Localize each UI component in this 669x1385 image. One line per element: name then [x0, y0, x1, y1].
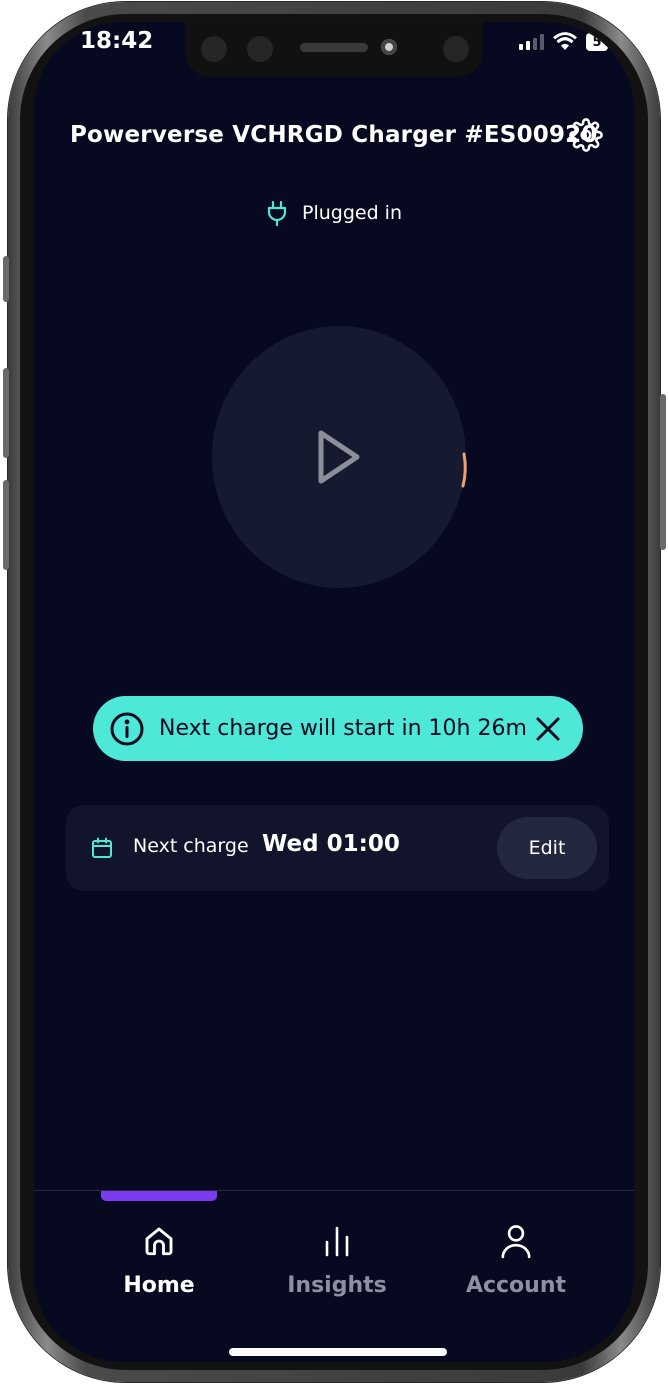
front-camera [381, 39, 397, 55]
close-icon [536, 717, 560, 741]
active-tab-indicator [101, 1191, 217, 1201]
next-charge-card: Next charge Wed 01:00 Edit [66, 805, 609, 891]
plug-status: Plugged in [34, 200, 634, 226]
home-icon [141, 1221, 177, 1261]
bar-chart-icon [322, 1221, 352, 1261]
gear-icon [569, 118, 603, 152]
edit-schedule-button[interactable]: Edit [497, 817, 597, 879]
settings-button[interactable] [567, 116, 605, 154]
sensor-dot [201, 36, 227, 62]
plug-status-label: Plugged in [301, 202, 402, 224]
calendar-icon [90, 836, 114, 860]
tab-insights[interactable]: Insights [262, 1221, 412, 1307]
page-title: Powerverse VCHRGD Charger #ES00920 [70, 122, 598, 148]
battery-icon: 5 [586, 33, 608, 51]
tab-account-label: Account [465, 1273, 567, 1298]
next-charge-label: Next charge [133, 835, 249, 857]
volume-up-button [3, 368, 9, 458]
charge-progress-arc [461, 452, 467, 488]
plug-icon [267, 200, 287, 226]
app-screen: 18:42 5 Powerverse VCHRGD Charger #ES009… [34, 22, 634, 1362]
sensor-dot [443, 36, 469, 62]
bottom-tab-bar: Home Insights Account [34, 1190, 634, 1362]
tab-home[interactable]: Home [84, 1221, 234, 1307]
wifi-icon [553, 32, 577, 50]
mute-switch [3, 256, 9, 302]
info-icon [109, 711, 145, 747]
status-time: 18:42 [80, 28, 154, 54]
earpiece-speaker [300, 43, 368, 52]
sensor-dot [247, 36, 273, 62]
signal-icon [519, 34, 544, 50]
header: Powerverse VCHRGD Charger #ES00920 [34, 118, 634, 158]
banner-text: Next charge will start in 10h 26m [159, 716, 527, 741]
power-button [660, 394, 666, 550]
tab-insights-label: Insights [287, 1273, 387, 1298]
play-icon [318, 430, 360, 484]
start-charge-button[interactable] [212, 326, 466, 588]
notch [185, 22, 483, 77]
next-charge-banner: Next charge will start in 10h 26m [93, 696, 583, 761]
next-charge-time: Wed 01:00 [262, 831, 400, 857]
status-icons: 5 [519, 32, 608, 52]
user-icon [499, 1221, 533, 1261]
home-indicator [229, 1348, 447, 1356]
volume-down-button [3, 480, 9, 570]
tab-account[interactable]: Account [441, 1221, 591, 1307]
close-banner-button[interactable] [533, 714, 563, 744]
tab-home-label: Home [123, 1273, 195, 1298]
